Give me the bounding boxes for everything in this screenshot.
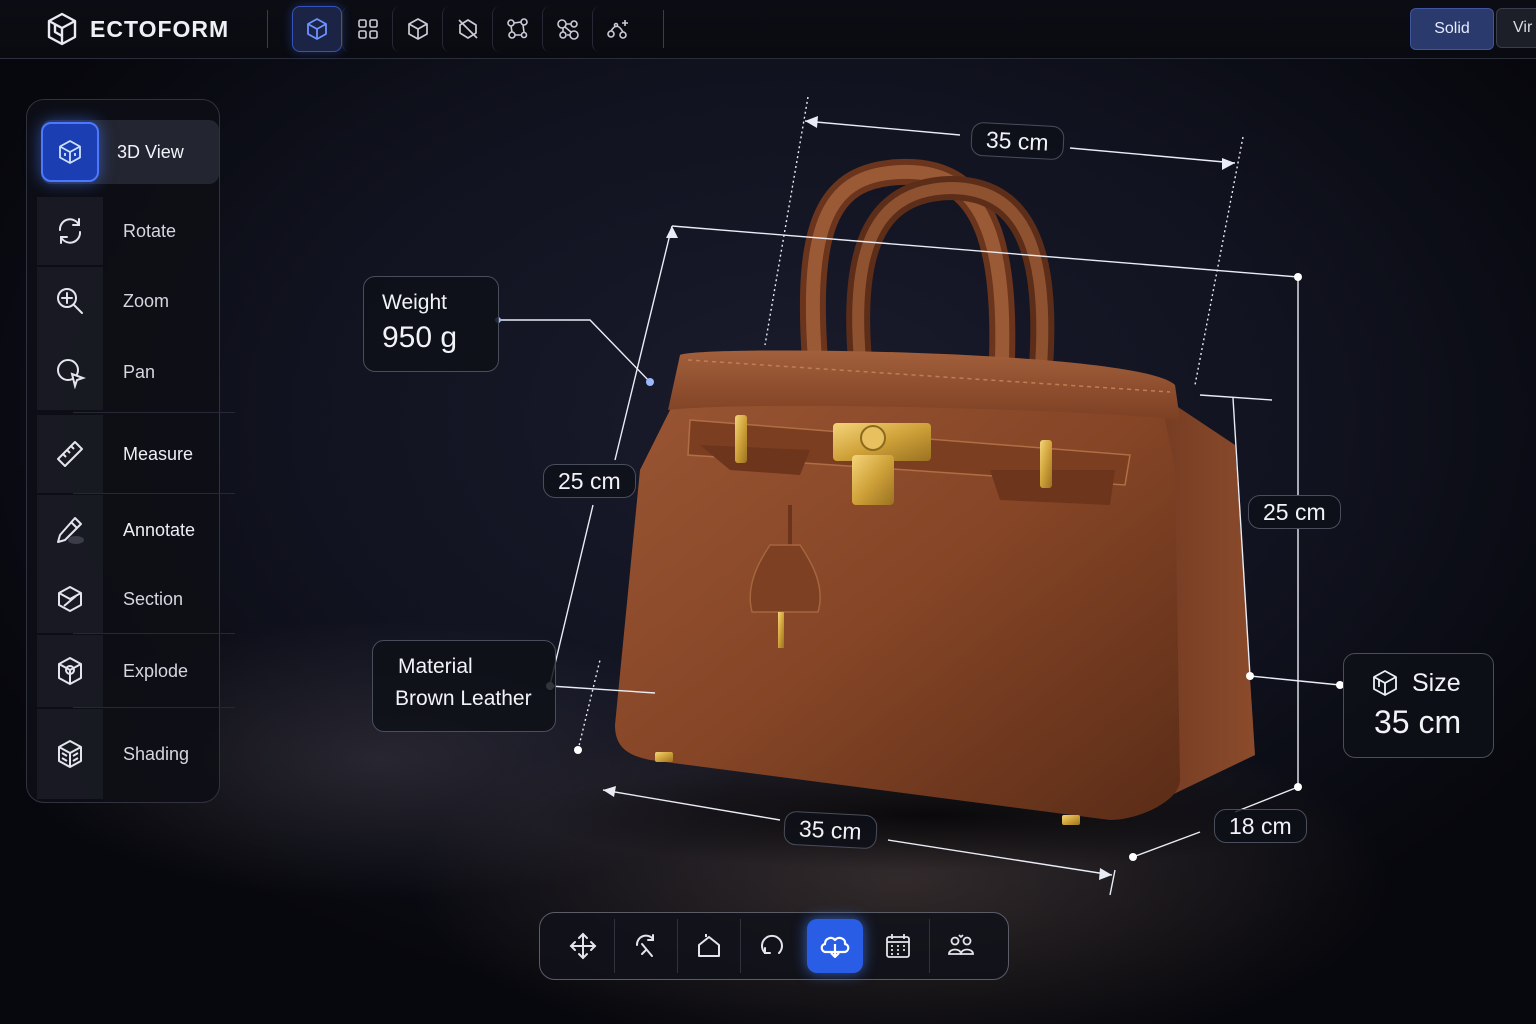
sparkle-icon — [605, 17, 631, 41]
sidebar-divider — [73, 633, 235, 634]
collaborate-button[interactable] — [929, 919, 992, 973]
sidebar-divider — [73, 707, 235, 708]
sidebar-item-section[interactable]: Section — [37, 565, 209, 633]
calendar-icon — [884, 932, 912, 960]
sidebar-item-measure[interactable]: Measure — [37, 415, 209, 493]
weight-label: Weight — [382, 291, 447, 314]
home-icon — [695, 932, 723, 960]
ruler-icon — [55, 439, 85, 469]
rotate-icon — [54, 216, 86, 246]
cube-icon — [56, 138, 84, 166]
pan-icon — [54, 357, 86, 389]
move-icon — [568, 931, 598, 961]
sidebar-divider — [73, 412, 235, 413]
effects-button[interactable] — [592, 6, 642, 52]
network-icon — [555, 17, 581, 41]
sidebar-item-label: Section — [123, 588, 184, 609]
orbit-button[interactable] — [740, 919, 803, 973]
dimension-left-height[interactable]: 25 cm — [543, 464, 636, 498]
sidebar-item-explode[interactable]: Explode — [37, 635, 209, 707]
strap-buckle-right — [1040, 440, 1052, 488]
material-label: Material — [398, 655, 473, 678]
sidebar-item-annotate[interactable]: Annotate — [37, 495, 209, 565]
rotate-tool-button[interactable] — [614, 919, 677, 973]
box-view-button[interactable] — [392, 6, 442, 52]
no-geometry-icon — [456, 17, 480, 41]
cube-view-button[interactable] — [292, 6, 342, 52]
solid-mode-button[interactable]: Solid — [1410, 8, 1494, 50]
strap-buckle-left — [735, 415, 747, 463]
weight-card[interactable]: Weight 950 g — [363, 276, 499, 372]
size-card[interactable]: Size 35 cm — [1343, 653, 1494, 758]
tool-sidebar: 3D View Rotate Zoom Pan Measure Annotate… — [26, 99, 235, 803]
bottom-toolbar — [539, 912, 1009, 980]
cube-icon — [305, 17, 329, 41]
explode-icon — [54, 655, 86, 687]
second-mode-button[interactable]: Vir — [1496, 8, 1536, 48]
home-view-button[interactable] — [677, 919, 740, 973]
top-toolbar: ECTOFORM Solid Vir — [0, 0, 1536, 59]
sidebar-item-label: Annotate — [123, 519, 196, 540]
box-icon — [406, 17, 430, 41]
toolbar-divider — [663, 10, 664, 48]
size-cube-icon — [1370, 668, 1400, 698]
sidebar-item-label: Zoom — [123, 290, 170, 311]
weight-value: 950 g — [382, 321, 458, 354]
app-name: ECTOFORM — [90, 15, 230, 42]
calendar-button[interactable] — [867, 919, 929, 973]
material-value: Brown Leather — [395, 687, 532, 710]
dimension-top-width[interactable]: 35 cm — [970, 121, 1065, 161]
cloud-icon — [818, 932, 852, 960]
grid-icon — [357, 18, 379, 40]
brand: ECTOFORM — [46, 12, 229, 46]
sidebar-divider — [73, 493, 235, 494]
material-card[interactable]: Material Brown Leather — [372, 640, 556, 732]
sidebar-item-label: 3D View — [117, 141, 184, 162]
network-button[interactable] — [542, 6, 592, 52]
sidebar-item-label: Pan — [123, 362, 156, 382]
sidebar-item-label: Measure — [123, 443, 194, 464]
zoom-icon — [55, 286, 85, 316]
sidebar-item-3d-view[interactable]: 3D View — [41, 120, 219, 184]
hide-geometry-button[interactable] — [442, 6, 492, 52]
cloud-sync-button[interactable] — [807, 919, 863, 973]
sidebar-item-pan[interactable]: Pan — [37, 335, 209, 410]
orbit-icon — [758, 932, 786, 960]
people-icon — [946, 932, 976, 960]
rotate-tool-icon — [632, 932, 660, 960]
dimension-bottom-width[interactable]: 35 cm — [783, 810, 878, 850]
sidebar-item-label: Shading — [123, 743, 190, 764]
shading-icon — [54, 738, 86, 770]
sidebar-item-label: Explode — [123, 660, 189, 681]
view-toolbar — [292, 6, 642, 52]
model-canvas — [495, 96, 1344, 896]
pencil-icon — [54, 515, 86, 545]
dimension-depth[interactable]: 18 cm — [1214, 809, 1307, 843]
section-icon — [55, 584, 85, 614]
nodes-icon — [505, 17, 531, 41]
move-button[interactable] — [552, 919, 614, 973]
sidebar-item-zoom[interactable]: Zoom — [37, 267, 209, 335]
dimension-right-height[interactable]: 25 cm — [1248, 495, 1341, 529]
logo-cube-icon — [46, 12, 78, 46]
nodes-button[interactable] — [492, 6, 542, 52]
sidebar-item-shading[interactable]: Shading — [37, 709, 209, 799]
size-label: Size — [1412, 668, 1461, 697]
toolbar-divider — [267, 10, 268, 48]
viewport[interactable]: 35 cm 25 cm 25 cm 35 cm 18 cm Weight 950… — [0, 58, 1536, 1024]
sidebar-item-rotate[interactable]: Rotate — [37, 197, 209, 265]
size-value: 35 cm — [1374, 704, 1462, 740]
grid-view-button[interactable] — [342, 6, 392, 52]
sidebar-item-label: Rotate — [123, 220, 177, 241]
